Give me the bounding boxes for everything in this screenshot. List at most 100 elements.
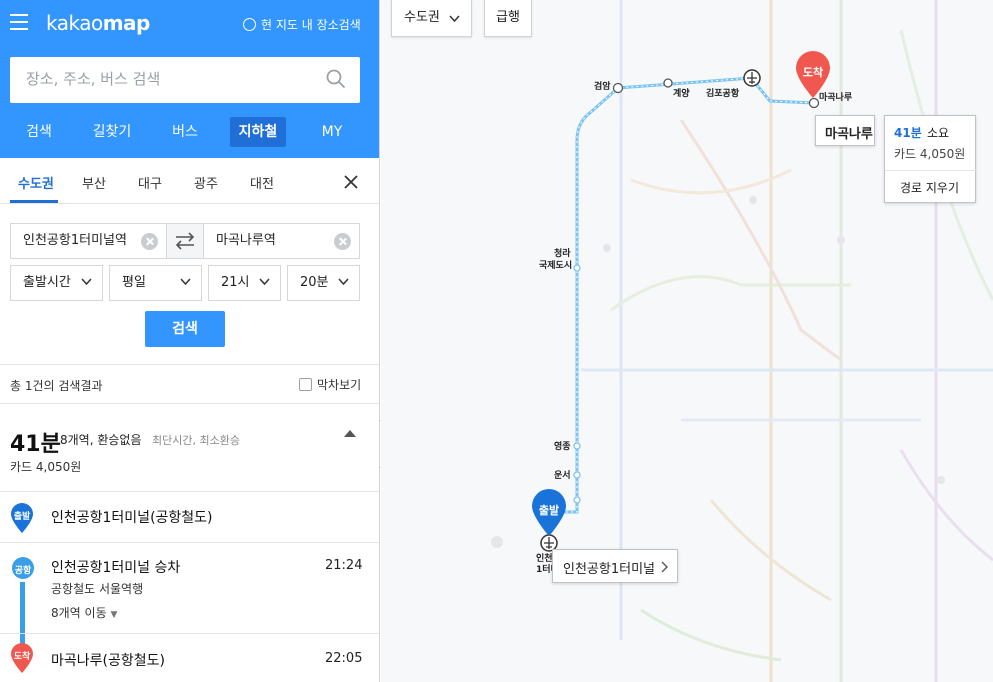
chevron-down-icon: [81, 278, 92, 286]
board-direction: 공항철도 서울역행: [51, 582, 144, 596]
map-region-select[interactable]: 수도권: [391, 0, 472, 37]
station-label-yeongjong: 영종: [554, 440, 571, 452]
start-marker-label: 출발: [539, 503, 559, 517]
side-panel: kakaomap 현 지도 내 장소검색 검색 길찾기 버스 지하철 MY 수도…: [0, 0, 380, 682]
start-card-station: 인천공항1터미널: [563, 562, 655, 577]
hour-select[interactable]: 21시: [208, 265, 281, 301]
logo-text-main: kakao: [46, 11, 103, 35]
station-node-airport2[interactable]: [573, 496, 581, 504]
day-type-value: 평일: [122, 275, 146, 290]
region-underline: [10, 200, 58, 203]
start-station-card[interactable]: 인천공항1터미널: [552, 549, 678, 583]
start-badge: 출발: [13, 512, 31, 522]
region-busan[interactable]: 부산: [82, 173, 106, 192]
station-node-magoknaru[interactable]: [808, 97, 820, 109]
destination-marker-label: 도착: [803, 65, 823, 79]
map-region-value: 수도권: [404, 10, 440, 25]
station-label-cheongna-2: 국제도시: [539, 259, 572, 271]
start-station: 인천공항1터미널(공항철도): [51, 510, 213, 526]
destination-card-station: 마곡나루: [825, 127, 873, 142]
tab-subway[interactable]: 지하철: [230, 117, 286, 147]
nearby-search-toggle[interactable]: 현 지도 내 장소검색: [243, 16, 361, 33]
region-capital[interactable]: 수도권: [18, 173, 54, 192]
station-node-yeongjong[interactable]: [573, 442, 581, 450]
region-gwangju[interactable]: 광주: [194, 173, 218, 192]
destination-marker[interactable]: 도착: [796, 51, 830, 98]
popup-duration: 41분: [894, 126, 922, 140]
divider: [885, 170, 977, 171]
origin-value: 인천공항1터미널역: [23, 233, 127, 248]
tab-search[interactable]: 검색: [14, 117, 64, 147]
clear-origin-icon[interactable]: [141, 233, 158, 250]
clear-route-button[interactable]: 경로 지우기: [900, 179, 959, 196]
search-icon[interactable]: [326, 69, 346, 89]
step-end[interactable]: 도착 마곡나루(공항철도) 22:05: [0, 634, 379, 682]
subway-map-canvas[interactable]: 검암 계양 김포공항 마곡나루 청라 국제도시 영종 운서 인천 1터미 도착 …: [381, 0, 993, 682]
tab-bus[interactable]: 버스: [162, 117, 208, 147]
board-time: 21:24: [325, 558, 363, 573]
route-info-popup: 41분 소요 카드 4,050원 경로 지우기: [884, 115, 977, 203]
stops-count: 8개역 이동: [51, 606, 107, 620]
result-count: 총 1건의 검색결과: [10, 379, 103, 393]
minute-value: 20분: [300, 275, 329, 290]
chevron-down-icon: [259, 278, 270, 286]
hour-value: 21시: [221, 275, 250, 290]
route-fare: 카드 4,050원: [10, 460, 82, 474]
station-label-cheongna-1: 청라: [554, 247, 571, 259]
station-node-gyeyang[interactable]: [663, 78, 673, 88]
minute-select[interactable]: 20분: [287, 265, 360, 301]
end-time: 22:05: [325, 651, 363, 666]
menu-icon[interactable]: [10, 14, 28, 30]
station-label-airport-1: 인천: [536, 553, 553, 564]
tab-my[interactable]: MY: [310, 117, 354, 147]
logo-text-sub: map: [102, 11, 151, 35]
kakaomap-logo[interactable]: kakaomap: [46, 11, 150, 35]
chevron-down-icon: [180, 278, 191, 286]
close-icon[interactable]: [343, 174, 359, 190]
chevron-down-icon: [338, 278, 349, 286]
destination-field[interactable]: 마곡나루역: [203, 223, 360, 259]
start-marker[interactable]: 출발: [532, 489, 566, 536]
route-stops-summary: 8개역, 환승없음: [60, 433, 142, 447]
origin-field[interactable]: 인천공항1터미널역: [10, 223, 167, 259]
popup-duration-suffix: 소요: [927, 126, 950, 140]
day-type-select[interactable]: 평일: [109, 265, 202, 301]
board-badge: 공항: [14, 566, 32, 576]
station-label-unseo: 운서: [554, 469, 571, 481]
express-button[interactable]: 급행: [484, 0, 532, 37]
region-daejeon[interactable]: 대전: [250, 173, 274, 192]
top-bar: kakaomap 현 지도 내 장소검색 검색 길찾기 버스 지하철 MY: [0, 0, 379, 158]
gimpo-airport-station-icon[interactable]: [743, 69, 761, 87]
station-node-geomam[interactable]: [612, 82, 624, 94]
station-node-unseo[interactable]: [573, 471, 581, 479]
main-nav: 검색 길찾기 버스 지하철 MY: [0, 117, 379, 147]
station-label-gimpo: 김포공항: [706, 87, 740, 99]
region-tabs: 수도권 부산 대구 광주 대전: [0, 158, 379, 204]
step-start[interactable]: 출발 인천공항1터미널(공항철도): [0, 492, 379, 542]
end-station: 마곡나루(공항철도): [51, 653, 165, 669]
stops-toggle[interactable]: 8개역 이동 ▼: [51, 604, 117, 621]
search-box: [10, 57, 360, 103]
time-type-select[interactable]: 출발시간: [10, 265, 103, 301]
step-board[interactable]: 공항 인천공항1터미널 승차 21:24 공항철도 서울역행 8개역 이동 ▼: [0, 543, 379, 633]
last-train-label: 막차보기: [317, 378, 362, 392]
swap-arrows-icon: [175, 232, 195, 250]
last-train-toggle[interactable]: 막차보기: [299, 376, 361, 393]
destination-station-card[interactable]: 마곡나루: [815, 115, 875, 146]
region-daegu[interactable]: 대구: [138, 173, 162, 192]
search-input[interactable]: [24, 69, 314, 89]
clear-destination-icon[interactable]: [334, 233, 351, 250]
popup-fare: 카드 4,050원: [894, 147, 966, 161]
station-node-cheongna[interactable]: [573, 264, 581, 272]
station-label-gyeyang: 계양: [673, 87, 690, 99]
chevron-down-icon: [449, 15, 460, 23]
route-search-button[interactable]: 검색: [145, 311, 225, 347]
caret-down-icon: ▼: [110, 610, 118, 620]
station-label-magoknaru: 마곡나루: [819, 91, 852, 103]
collapse-up-icon[interactable]: [344, 430, 356, 437]
subway-map[interactable]: 검암 계양 김포공항 마곡나루 청라 국제도시 영종 운서 인천 1터미 도착 …: [381, 0, 993, 682]
swap-button[interactable]: [167, 223, 203, 259]
tab-directions[interactable]: 길찾기: [84, 117, 140, 147]
route-summary[interactable]: 41분 8개역, 환승없음 최단시간, 최소환승 카드 4,050원: [0, 404, 379, 492]
board-station: 인천공항1터미널 승차: [51, 560, 181, 576]
